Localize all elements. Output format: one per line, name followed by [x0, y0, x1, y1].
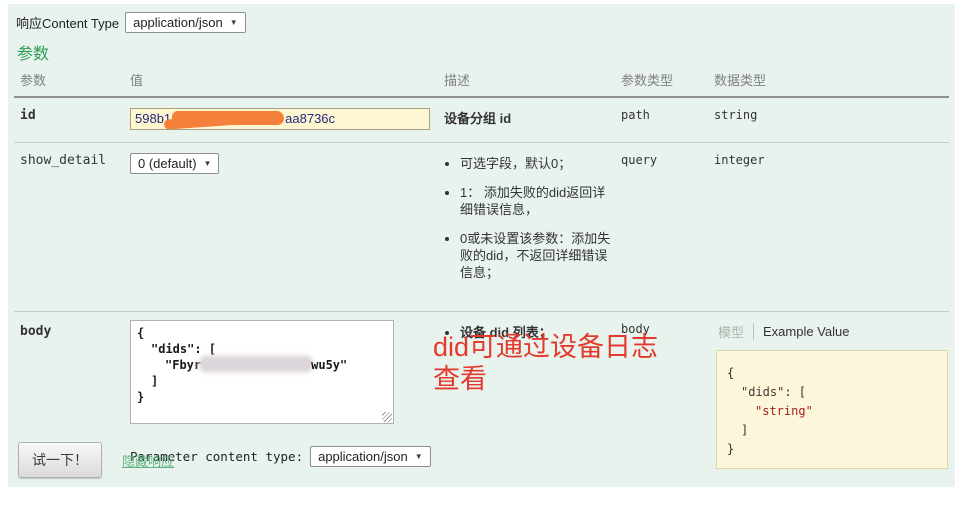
- body-json-line: {: [137, 325, 387, 341]
- body-json-line: "dids": [: [137, 341, 387, 357]
- redaction-scribble: [172, 111, 284, 125]
- response-content-type-row: 响应Content Type application/json ▼: [16, 12, 246, 33]
- example-json-line: {: [727, 364, 937, 383]
- col-header-description: 描述: [438, 64, 615, 97]
- param-type-show-detail: query: [615, 143, 708, 312]
- description-id: 设备分组 id: [438, 97, 615, 143]
- tab-divider: [753, 323, 754, 340]
- response-content-type-select[interactable]: application/json ▼: [125, 12, 246, 33]
- show-detail-value: 0 (default): [138, 156, 197, 171]
- response-content-type-label: 响应Content Type: [16, 13, 119, 32]
- try-it-button[interactable]: 试一下！: [18, 442, 102, 478]
- chevron-down-icon: ▼: [230, 19, 238, 27]
- body-json-line: "Fbyr wu5y": [137, 357, 387, 373]
- tab-model[interactable]: 模型: [718, 322, 744, 341]
- param-name-id: id: [14, 97, 124, 143]
- param-type-id: path: [615, 97, 708, 143]
- example-json-line: }: [727, 440, 937, 459]
- hide-response-link[interactable]: 隐藏响应: [122, 451, 174, 470]
- data-type-show-detail: integer: [708, 143, 949, 312]
- list-item: 可选字段，默认0；: [460, 155, 611, 172]
- model-example-tabs: 模型 Example Value: [718, 322, 945, 341]
- show-detail-select[interactable]: 0 (default) ▼: [130, 153, 219, 174]
- table-row-show-detail: show_detail 0 (default) ▼ 可选字段，默认0； 1： 添…: [14, 143, 949, 312]
- example-json-line: ]: [727, 421, 937, 440]
- table-header-row: 参数 值 描述 参数类型 数据类型: [14, 64, 949, 97]
- example-json-key: "dids": [741, 385, 784, 399]
- example-value-code-box[interactable]: { "dids": [ "string" ] }: [716, 350, 948, 469]
- example-json-string: "string": [727, 402, 937, 421]
- response-content-type-value: application/json: [133, 15, 223, 30]
- body-json-line: }: [137, 389, 387, 405]
- list-item: 1： 添加失败的did返回详细错误信息，: [460, 184, 611, 218]
- body-json-did-suffix: wu5y": [311, 358, 347, 372]
- body-json-did-prefix: "Fbyr: [165, 358, 201, 372]
- actions-row: 试一下！ 隐藏响应: [18, 442, 174, 478]
- id-input[interactable]: 598b1aa8736c: [130, 108, 430, 130]
- chevron-down-icon: ▼: [415, 453, 423, 461]
- redaction-blur: [201, 358, 311, 370]
- tab-example-value[interactable]: Example Value: [763, 324, 849, 339]
- parameters-table: 参数 值 描述 参数类型 数据类型 id 598b1aa8736c 设备分组 i…: [14, 64, 949, 481]
- body-textarea[interactable]: { "dids": [ "Fbyr wu5y" ] }: [130, 320, 394, 424]
- body-json-line: ]: [137, 373, 387, 389]
- show-detail-description-list: 可选字段，默认0； 1： 添加失败的did返回详细错误信息， 0或未设置该参数：…: [460, 155, 611, 281]
- parameter-content-type-select[interactable]: application/json ▼: [310, 446, 431, 467]
- id-value-suffix: aa8736c: [285, 111, 335, 126]
- did-annotation: did可通过设备日志查看: [433, 331, 671, 395]
- parameter-content-type-value: application/json: [318, 449, 408, 464]
- parameters-heading: 参数: [17, 40, 49, 64]
- example-json-line: "dids": [: [727, 383, 937, 402]
- param-name-show-detail: show_detail: [14, 143, 124, 312]
- data-type-id: string: [708, 97, 949, 143]
- list-item: 0或未设置该参数：添加失败的did，不返回详细错误信息；: [460, 230, 611, 281]
- table-row-id: id 598b1aa8736c 设备分组 id path string: [14, 97, 949, 143]
- chevron-down-icon: ▼: [204, 160, 212, 168]
- col-header-value: 值: [124, 64, 438, 97]
- example-json-punct: : [: [784, 385, 806, 399]
- operation-content-panel: 响应Content Type application/json ▼ 参数 参数 …: [8, 4, 955, 487]
- parameter-content-type-row: Parameter content type: application/json…: [130, 446, 434, 467]
- col-header-data-type: 数据类型: [708, 64, 949, 97]
- col-header-parameter: 参数: [14, 64, 124, 97]
- col-header-param-type: 参数类型: [615, 64, 708, 97]
